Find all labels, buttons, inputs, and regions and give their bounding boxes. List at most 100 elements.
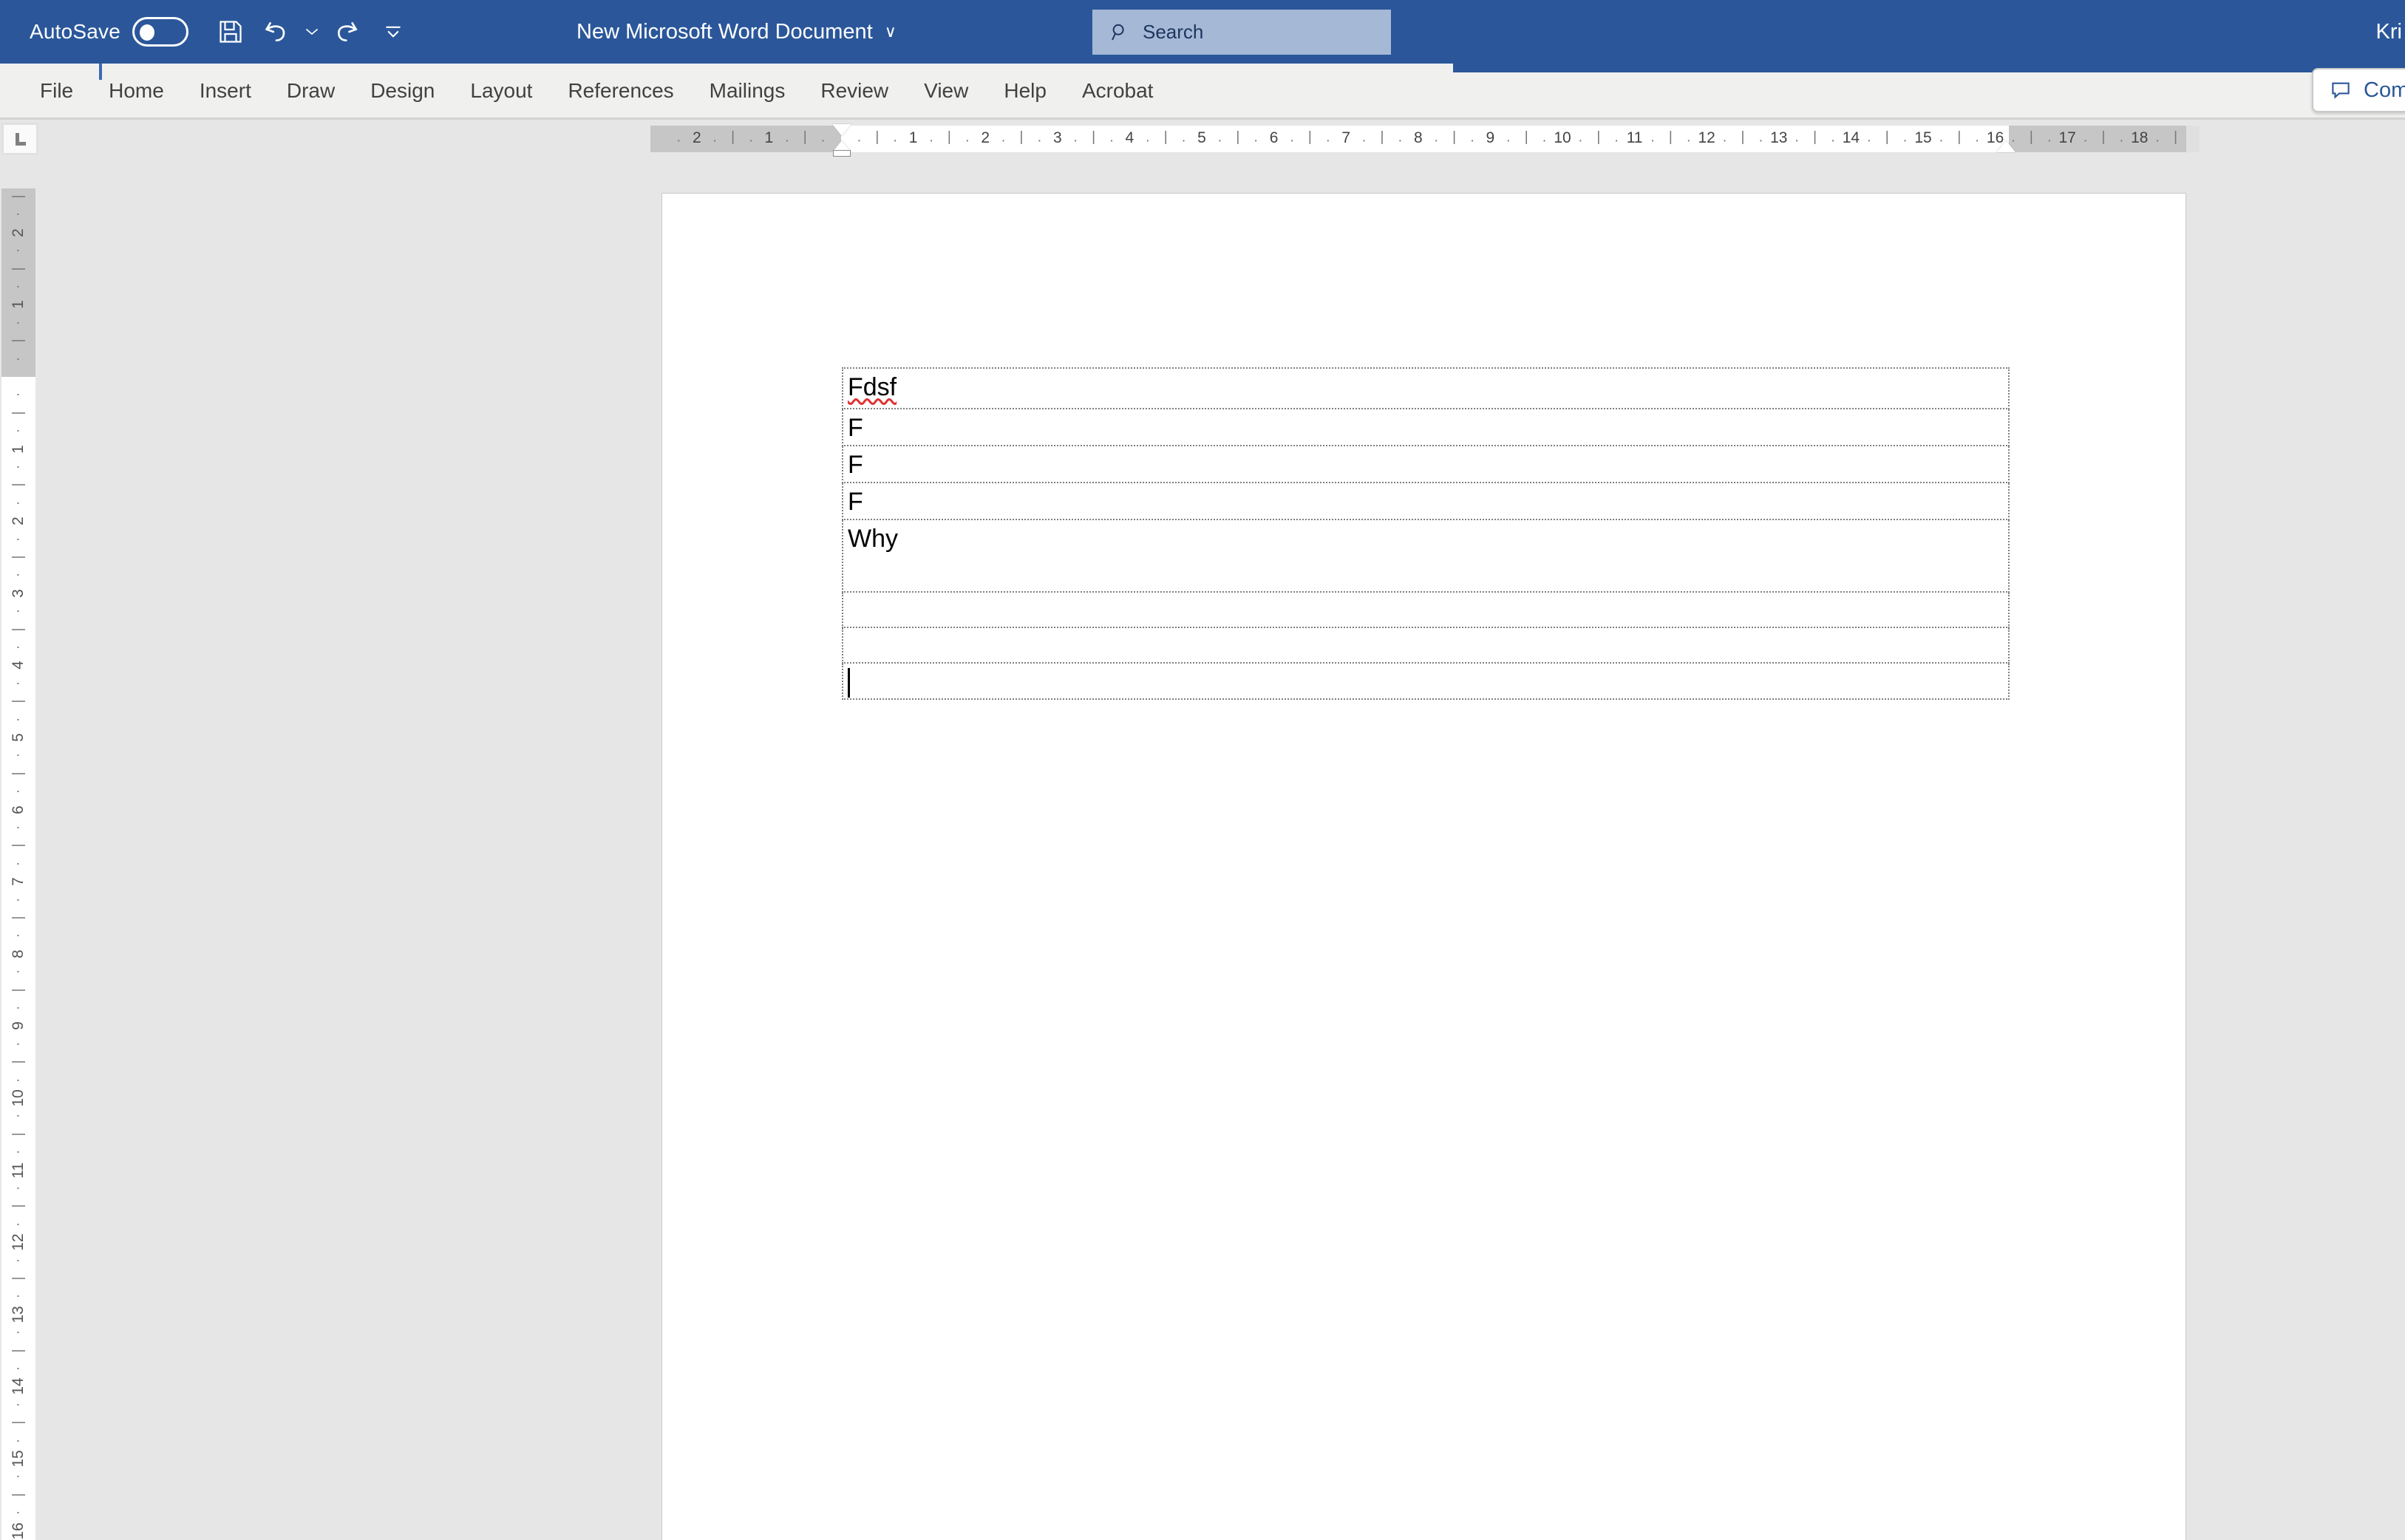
ruler-tick: | (10, 1276, 26, 1281)
ruler-tick: · (10, 1294, 26, 1299)
table-row[interactable]: Why (842, 519, 2010, 593)
tab-view[interactable]: View (906, 64, 986, 118)
table-cell-text: F (848, 451, 863, 479)
ruler-label: 6 (10, 805, 27, 814)
tab-stop-selector[interactable] (1, 123, 38, 155)
tab-help[interactable]: Help (986, 64, 1064, 118)
table-row[interactable]: F (842, 482, 2010, 520)
ruler-tick: · (1109, 133, 1115, 149)
undo-dropdown-icon[interactable] (299, 9, 324, 55)
document-title[interactable]: New Microsoft Word Document ∨ (576, 0, 897, 64)
ruler-tick: | (1741, 129, 1745, 145)
ruler-tick: | (1524, 129, 1528, 145)
first-line-indent-marker[interactable] (832, 124, 851, 136)
autosave-label: AutoSave (30, 20, 121, 43)
table-cell[interactable] (842, 627, 2010, 664)
comments-button[interactable]: Com (2312, 68, 2405, 112)
ruler-tick: · (1037, 133, 1042, 149)
save-icon[interactable] (208, 9, 254, 55)
ruler-tick: · (1758, 133, 1763, 149)
table-row[interactable]: Fdsf (842, 367, 2010, 409)
ruler-label: 1 (764, 129, 774, 146)
ruler-tick: · (1325, 133, 1330, 149)
ruler-tick: | (875, 129, 880, 145)
ruler-label: 2 (10, 517, 27, 526)
ruler-tick: · (10, 681, 26, 686)
ruler-tick: · (928, 133, 934, 149)
ruler-tick: · (748, 133, 754, 149)
right-indent-marker[interactable] (1996, 140, 2015, 152)
ruler-tick: · (10, 536, 26, 542)
ruler-tick: | (10, 1493, 26, 1497)
table-cell[interactable]: F (842, 408, 2010, 446)
document-title-text: New Microsoft Word Document (576, 19, 873, 44)
ruler-label: 11 (10, 1162, 27, 1179)
ruler-tick: · (1866, 133, 1871, 149)
ruler-tick: · (10, 1474, 26, 1479)
ruler-tick: · (10, 1402, 26, 1407)
tab-file[interactable]: File (22, 64, 91, 118)
table-row[interactable]: F (842, 445, 2010, 483)
ruler-label: 1 (10, 444, 27, 454)
ruler-tick: · (1542, 133, 1547, 149)
document-page[interactable]: Fdsf F F F Why (661, 193, 2186, 1540)
horizontal-ruler[interactable]: 2 1 1 2 3 4 5 6 7 8 9 10 11 12 13 14 15 16 17 18 · · | · · | · · | · ·… (661, 126, 2186, 152)
ruler-tick: | (10, 627, 26, 632)
ruler-tick: · (1975, 133, 1980, 149)
table-cell[interactable]: F (842, 482, 2010, 520)
table-cell[interactable] (842, 661, 2010, 701)
autosave-toggle[interactable] (132, 17, 189, 47)
ruler-tick: · (1795, 133, 1800, 149)
ruler-tick: · (1614, 133, 1619, 149)
tab-draw[interactable]: Draw (269, 64, 353, 118)
search-input[interactable]: Search (1092, 10, 1391, 55)
account-name[interactable]: Kri (2376, 0, 2405, 64)
table-row[interactable] (842, 627, 2010, 664)
ruler-tick: · (1722, 133, 1727, 149)
ruler-tick: · (10, 1330, 26, 1335)
ruler-label: 13 (1770, 129, 1788, 146)
tab-acrobat[interactable]: Acrobat (1064, 64, 1171, 118)
ruler-tick: · (10, 753, 26, 758)
ruler-ticks: 2 1 1 2 3 4 5 6 7 8 9 10 11 12 13 14 15 16 17 18 · · | · · | · · | · ·… (661, 126, 2186, 152)
tab-layout[interactable]: Layout (452, 64, 550, 118)
autosave-toggle-knob (140, 24, 155, 41)
redo-icon[interactable] (324, 9, 370, 55)
ruler-tick: | (10, 1204, 26, 1208)
table-cell-text: F (848, 414, 863, 442)
ruler-tick: | (2174, 129, 2178, 145)
table-cell[interactable] (842, 591, 2010, 628)
ruler-tick: | (1380, 129, 1384, 145)
title-bar: AutoSave New Microsoft Word Document ∨ S… (0, 0, 2405, 64)
table-row[interactable]: F (842, 408, 2010, 446)
tab-design[interactable]: Design (353, 64, 452, 118)
tab-insert[interactable]: Insert (182, 64, 269, 118)
ruler-tick: | (10, 1132, 26, 1137)
ruler-tick: · (1578, 133, 1583, 149)
table-row[interactable] (842, 661, 2010, 701)
tab-home[interactable]: Home (91, 64, 182, 118)
left-indent-marker[interactable] (833, 150, 851, 157)
ruler-tick: | (803, 129, 807, 145)
ruler-tick: · (1469, 133, 1475, 149)
table-cell[interactable]: F (842, 445, 2010, 483)
ruler-tick: · (10, 356, 26, 361)
table-cell[interactable]: Why (842, 519, 2010, 593)
ruler-tick: · (1506, 133, 1511, 149)
table-cell[interactable]: Fdsf (842, 367, 2010, 409)
undo-icon[interactable] (254, 9, 299, 55)
ruler-tick: · (10, 933, 26, 938)
tab-references[interactable]: References (550, 64, 691, 118)
vertical-ruler-ticks: 2 1 1 2 3 4 5 6 7 8 9 10 11 12 13 14 15 16 | · · | · · | · · | · · | · ·… (1, 188, 35, 1540)
tab-review[interactable]: Review (803, 64, 906, 118)
ruler-label: 14 (10, 1377, 27, 1396)
chevron-down-icon[interactable]: ∨ (885, 22, 897, 41)
ruler-tick: · (10, 1005, 26, 1011)
ruler-label: 2 (692, 129, 701, 146)
table-row[interactable] (842, 591, 2010, 628)
document-table[interactable]: Fdsf F F F Why (842, 367, 2010, 701)
ruler-tick: · (10, 1041, 26, 1046)
customize-qat-icon[interactable] (370, 9, 416, 55)
vertical-ruler[interactable]: 2 1 1 2 3 4 5 6 7 8 9 10 11 12 13 14 15 16 | · · | · · | · · | · · | · ·… (1, 188, 35, 1540)
tab-mailings[interactable]: Mailings (692, 64, 803, 118)
